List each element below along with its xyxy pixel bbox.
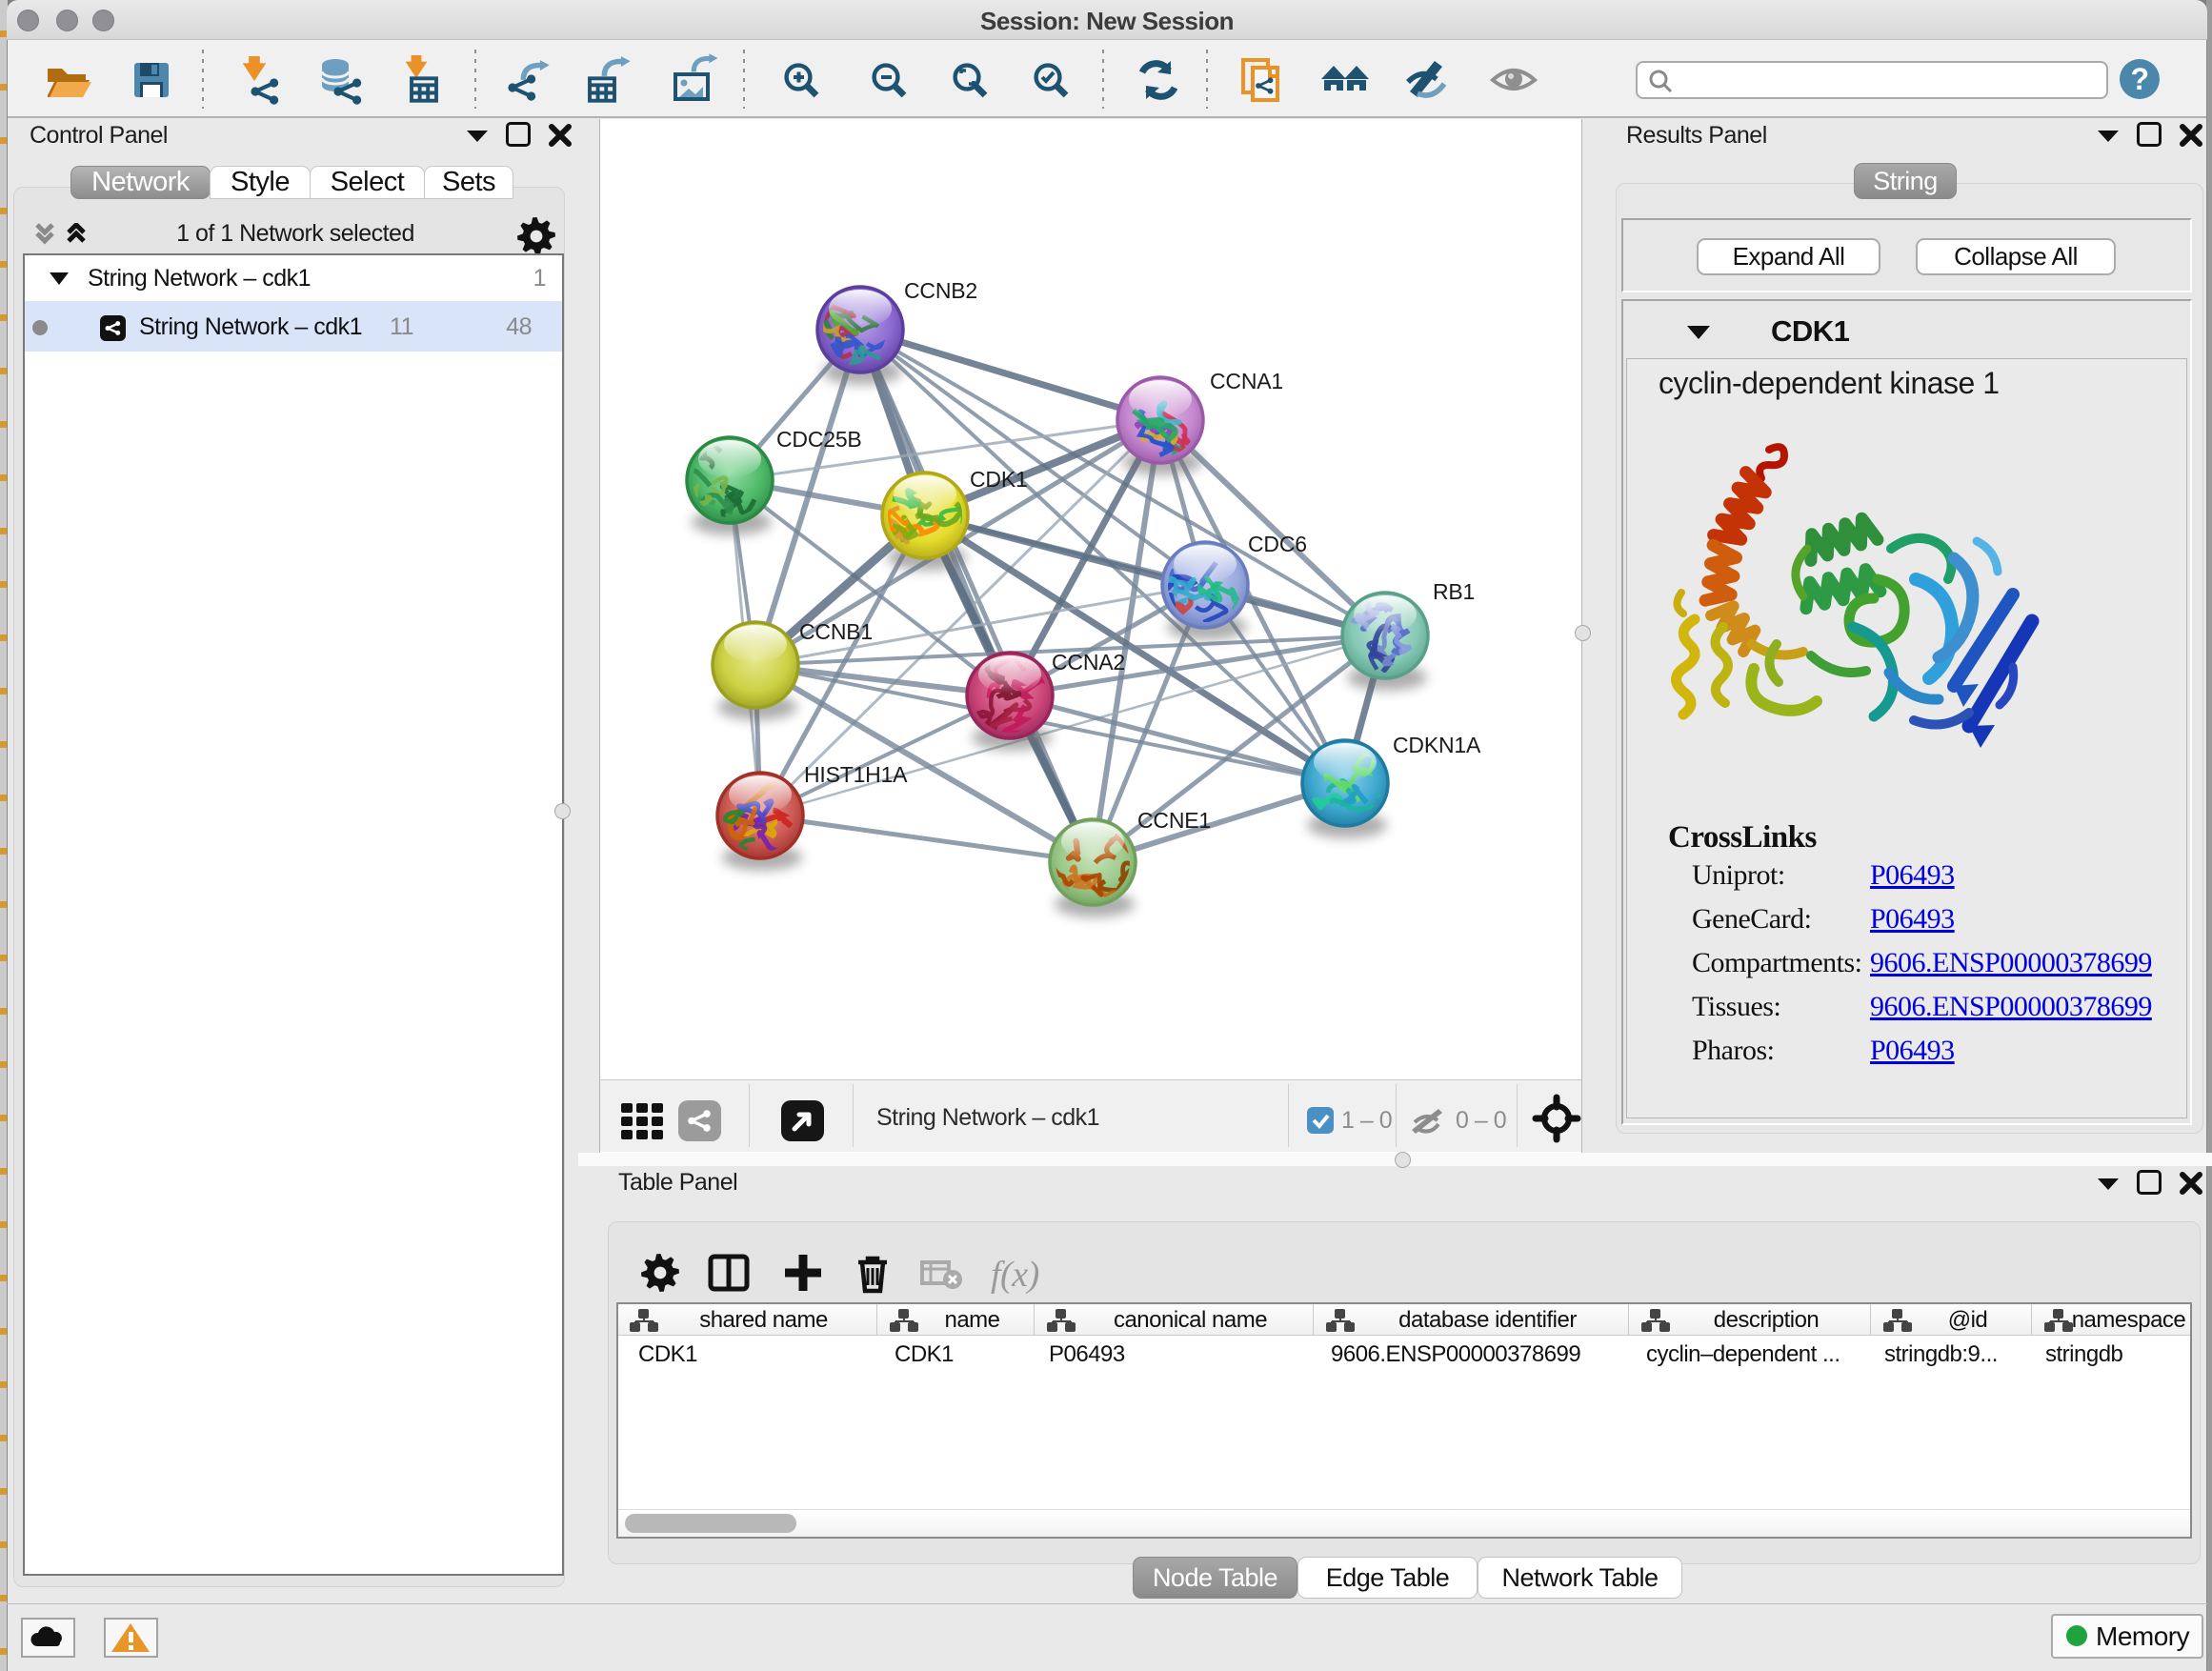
svg-text:CDC25B: CDC25B	[776, 427, 862, 452]
svg-text:HIST1H1A: HIST1H1A	[804, 762, 908, 787]
svg-text:RB1: RB1	[1433, 579, 1475, 604]
svg-text:CCNB2: CCNB2	[904, 278, 977, 303]
svg-text:CDKN1A: CDKN1A	[1393, 733, 1481, 757]
svg-text:CCNA1: CCNA1	[1210, 369, 1283, 393]
svg-text:CCNE1: CCNE1	[1137, 808, 1211, 833]
svg-text:CDK1: CDK1	[970, 467, 1028, 492]
svg-text:CDC6: CDC6	[1248, 532, 1307, 556]
svg-text:CCNB1: CCNB1	[799, 619, 873, 644]
svg-text:CCNA2: CCNA2	[1052, 650, 1125, 674]
